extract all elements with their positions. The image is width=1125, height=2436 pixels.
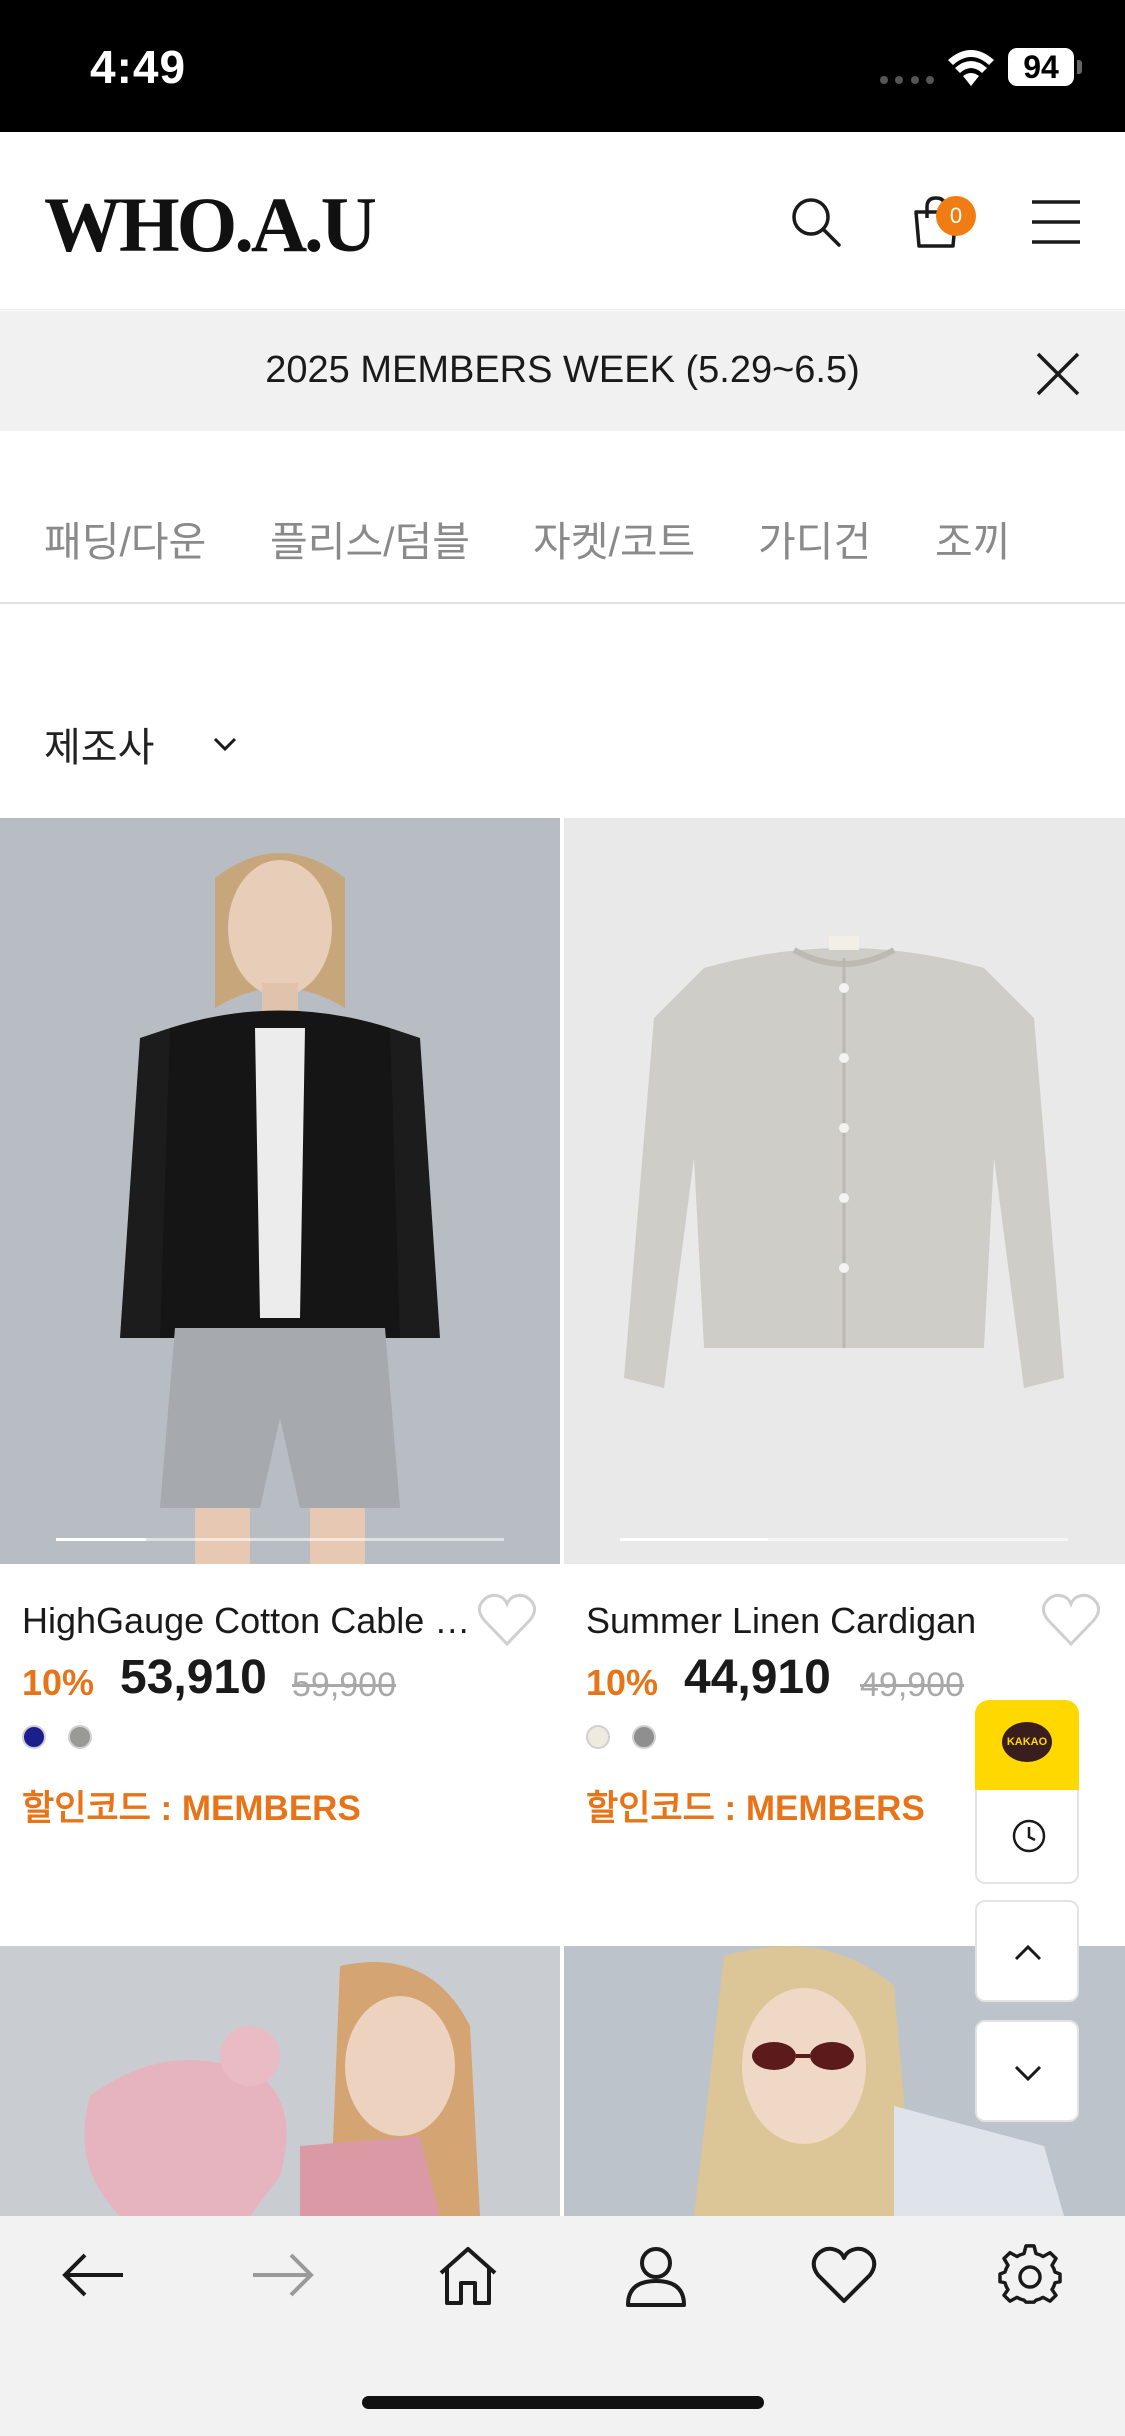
category-tab-vest[interactable]: 조끼	[935, 508, 1010, 568]
wishlist-button[interactable]	[804, 2240, 884, 2310]
cart-count-badge: 0	[936, 196, 976, 236]
original-price: 59,900	[292, 1666, 396, 1704]
category-tab-cardigan[interactable]: 가디건	[758, 508, 871, 568]
product-image[interactable]	[0, 1946, 560, 2216]
product-name[interactable]: HighGauge Cotton Cable Cardigan	[22, 1600, 472, 1642]
heart-icon	[811, 2246, 877, 2303]
product-image[interactable]	[564, 818, 1125, 1564]
brand-logo[interactable]: WHO.A.U	[44, 180, 377, 270]
kakao-talk-icon: KAKAO	[1002, 1722, 1052, 1762]
battery-indicator: 94	[1008, 48, 1074, 86]
category-tab-fleece[interactable]: 플리스/덤블	[270, 508, 470, 568]
product-photo-model	[0, 1946, 560, 2216]
discount-rate: 10%	[22, 1662, 95, 1703]
discount-code: 할인코드 : MEMBERS	[22, 1789, 361, 1828]
arrow-right-icon	[253, 2253, 314, 2297]
wifi-icon	[948, 50, 994, 86]
category-tab-jacket[interactable]: 자켓/코트	[533, 508, 695, 568]
user-icon	[626, 2247, 686, 2307]
chevron-up-icon	[1014, 1944, 1042, 1961]
home-button[interactable]	[428, 2240, 508, 2310]
promo-banner[interactable]: 2025 MEMBERS WEEK (5.29~6.5)	[0, 311, 1125, 431]
back-button[interactable]	[54, 2240, 134, 2310]
scroll-bottom-button[interactable]	[975, 2020, 1079, 2122]
category-tabs: 패딩/다운 플리스/덤블 자켓/코트 가디건 조끼	[0, 432, 1125, 604]
color-swatch[interactable]	[68, 1725, 92, 1749]
home-indicator	[362, 2396, 764, 2409]
search-button[interactable]	[784, 190, 848, 254]
color-swatch[interactable]	[586, 1725, 610, 1749]
scroll-top-button[interactable]	[975, 1900, 1079, 2002]
signal-icon	[880, 76, 934, 84]
category-tab-padding[interactable]: 패딩/다운	[44, 508, 206, 568]
manufacturer-filter[interactable]: 제조사	[44, 714, 240, 774]
search-icon	[792, 198, 841, 247]
sale-price: 53,910	[120, 1651, 267, 1704]
hamburger-menu-icon	[1032, 200, 1080, 244]
gear-icon	[998, 2244, 1062, 2304]
menu-button[interactable]	[1024, 190, 1088, 254]
color-swatch[interactable]	[22, 1725, 46, 1749]
kakao-chat-button[interactable]: KAKAO	[975, 1700, 1079, 1790]
status-time: 4:49	[90, 41, 187, 93]
product-name[interactable]: Summer Linen Cardigan	[586, 1600, 1006, 1642]
product-photo-cardigan	[564, 818, 1125, 1564]
account-button[interactable]	[616, 2240, 696, 2310]
discount-code: 할인코드 : MEMBERS	[586, 1789, 925, 1828]
product-image[interactable]	[0, 818, 560, 1564]
image-progress-fill	[56, 1538, 146, 1541]
heart-icon[interactable]	[1040, 1592, 1102, 1648]
battery-tip	[1077, 60, 1082, 74]
color-swatch[interactable]	[632, 1725, 656, 1749]
arrow-left-icon	[62, 2253, 123, 2297]
chevron-down-icon	[214, 737, 237, 752]
home-icon	[439, 2247, 497, 2305]
chevron-down-icon	[1014, 2065, 1042, 2082]
close-icon[interactable]	[1030, 346, 1086, 402]
discount-rate: 10%	[586, 1662, 659, 1703]
sale-price: 44,910	[684, 1651, 831, 1704]
site-header: WHO.A.U 0	[0, 132, 1125, 310]
promo-banner-text: 2025 MEMBERS WEEK (5.29~6.5)	[265, 349, 860, 391]
settings-button[interactable]	[990, 2240, 1070, 2310]
recent-view-button[interactable]	[975, 1790, 1079, 1884]
original-price: 49,900	[860, 1666, 964, 1704]
clock-icon	[1012, 1819, 1046, 1853]
product-photo-model	[0, 818, 560, 1564]
status-bar: 4:49 94	[0, 0, 1125, 132]
filter-label: 제조사	[44, 726, 155, 770]
heart-icon[interactable]	[476, 1592, 538, 1648]
forward-button[interactable]	[242, 2240, 322, 2310]
image-progress-fill	[620, 1538, 768, 1541]
